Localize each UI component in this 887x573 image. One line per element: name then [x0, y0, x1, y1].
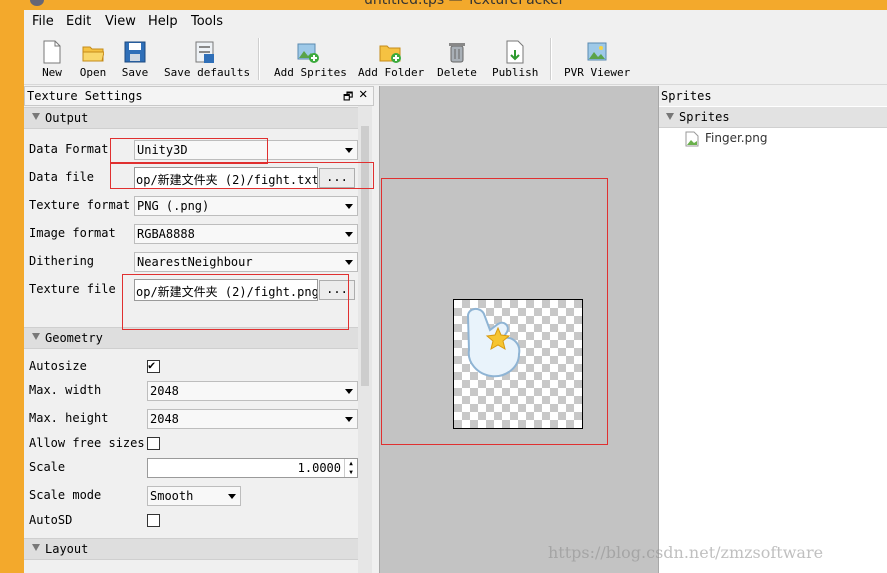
folder-open-icon — [82, 46, 104, 62]
max-width-label: Max. width — [29, 383, 102, 397]
app-icon — [30, 0, 44, 6]
save-defaults-button[interactable]: Save defaults — [164, 40, 250, 79]
close-panel-icon[interactable]: ✕ — [359, 86, 367, 102]
chevron-down-icon — [345, 232, 353, 237]
autosd-checkbox[interactable] — [147, 514, 160, 527]
image-file-icon — [685, 131, 699, 147]
sprites-panel-title: Sprites — [659, 86, 887, 106]
sprites-panel: Sprites Sprites Finger.png — [659, 86, 887, 573]
chevron-down-icon — [345, 260, 353, 265]
texture-file-label: Texture file — [29, 282, 116, 296]
watermark: https://blog.csdn.net/zmzsoftware — [548, 543, 824, 562]
texture-format-select[interactable]: PNG (.png) — [134, 196, 358, 216]
chevron-down-icon — [345, 417, 353, 422]
data-file-label: Data file — [29, 170, 95, 184]
publish-icon — [506, 40, 524, 64]
menu-edit[interactable]: Edit — [66, 14, 91, 29]
menu-tools[interactable]: Tools — [191, 14, 223, 29]
menu-help[interactable]: Help — [148, 14, 178, 29]
toolbar: New Open Save Save defaults Add Sprites … — [24, 34, 887, 85]
allow-free-sizes-checkbox[interactable] — [147, 437, 160, 450]
dithering-label: Dithering — [29, 254, 95, 268]
pvr-viewer-icon — [587, 42, 607, 61]
title-bar: untitled.tps — TexturePacker — [24, 0, 887, 10]
section-layout[interactable]: Layout — [24, 538, 358, 560]
window-title: untitled.tps — TexturePacker — [364, 0, 565, 8]
add-folder-button[interactable]: Add Folder — [358, 40, 424, 79]
scale-mode-select[interactable]: Smooth — [147, 486, 241, 506]
new-file-icon — [43, 40, 61, 64]
menu-bar: File Edit View Help Tools — [24, 10, 887, 34]
collapse-arrow-icon — [32, 544, 40, 551]
toolbar-separator — [258, 38, 260, 80]
window-frame — [0, 0, 24, 573]
add-sprites-icon — [297, 43, 319, 63]
collapse-arrow-icon — [32, 333, 40, 340]
settings-scrollbar[interactable] — [358, 106, 372, 573]
checkmark-icon: ✔ — [148, 358, 156, 372]
autosd-label: AutoSD — [29, 513, 73, 527]
scale-mode-label: Scale mode — [29, 488, 102, 502]
texture-preview[interactable] — [453, 299, 583, 429]
scrollbar-thumb[interactable] — [361, 126, 369, 386]
allow-free-sizes-label: Allow free sizes — [29, 436, 145, 450]
autosize-label: Autosize — [29, 359, 87, 373]
scale-label: Scale — [29, 460, 66, 474]
section-geometry[interactable]: Geometry — [24, 327, 358, 349]
finger-sprite-icon — [466, 308, 521, 378]
pvr-viewer-button[interactable]: PVR Viewer — [564, 40, 630, 79]
data-file-browse-button[interactable]: ... — [319, 168, 355, 188]
trash-can-icon — [449, 43, 465, 63]
save-defaults-icon — [195, 41, 214, 63]
chevron-down-icon — [228, 494, 236, 499]
add-sprites-button[interactable]: Add Sprites — [274, 40, 347, 79]
chevron-down-icon — [345, 204, 353, 209]
chevron-down-icon — [345, 148, 353, 153]
max-width-select[interactable]: 2048 — [147, 381, 358, 401]
delete-button[interactable]: Delete — [437, 40, 477, 79]
max-height-label: Max. height — [29, 411, 109, 425]
spin-arrows-icon[interactable]: ▲ ▼ — [344, 459, 357, 477]
sprites-tree-header[interactable]: Sprites — [659, 107, 887, 128]
sprite-canvas[interactable] — [379, 86, 659, 573]
menu-view[interactable]: View — [105, 14, 136, 29]
scale-spinbox[interactable]: 1.0000 ▲ ▼ — [147, 458, 358, 478]
texture-file-input[interactable]: op/新建文件夹 (2)/fight.png — [134, 279, 318, 301]
add-folder-icon — [379, 45, 401, 63]
panel-header: Texture Settings 🗗 ✕ — [24, 86, 374, 106]
open-button[interactable]: Open — [76, 40, 110, 79]
texture-format-label: Texture format — [29, 198, 131, 212]
texture-file-browse-button[interactable]: ... — [319, 280, 355, 300]
section-output[interactable]: Output — [24, 107, 358, 129]
autosize-checkbox[interactable]: ✔ — [147, 358, 160, 373]
dithering-select[interactable]: NearestNeighbour — [134, 252, 358, 272]
collapse-arrow-icon — [32, 113, 40, 120]
collapse-arrow-icon — [666, 113, 674, 120]
data-format-select[interactable]: Unity3D — [134, 140, 358, 160]
texture-settings-panel: Texture Settings 🗗 ✕ Output Data Format … — [24, 86, 374, 573]
menu-file[interactable]: File — [32, 14, 54, 29]
new-button[interactable]: New — [38, 40, 66, 79]
data-format-label: Data Format — [29, 142, 109, 156]
save-button[interactable]: Save — [120, 40, 150, 79]
chevron-down-icon — [345, 389, 353, 394]
publish-button[interactable]: Publish — [492, 40, 538, 79]
panel-title: Texture Settings — [27, 89, 143, 103]
max-height-select[interactable]: 2048 — [147, 409, 358, 429]
floppy-disk-icon — [124, 41, 146, 63]
image-format-label: Image format — [29, 226, 116, 240]
toolbar-separator — [550, 38, 552, 80]
float-panel-icon[interactable]: 🗗 — [343, 88, 353, 107]
image-format-select[interactable]: RGBA8888 — [134, 224, 358, 244]
data-file-input[interactable]: op/新建文件夹 (2)/fight.txt — [134, 167, 318, 189]
